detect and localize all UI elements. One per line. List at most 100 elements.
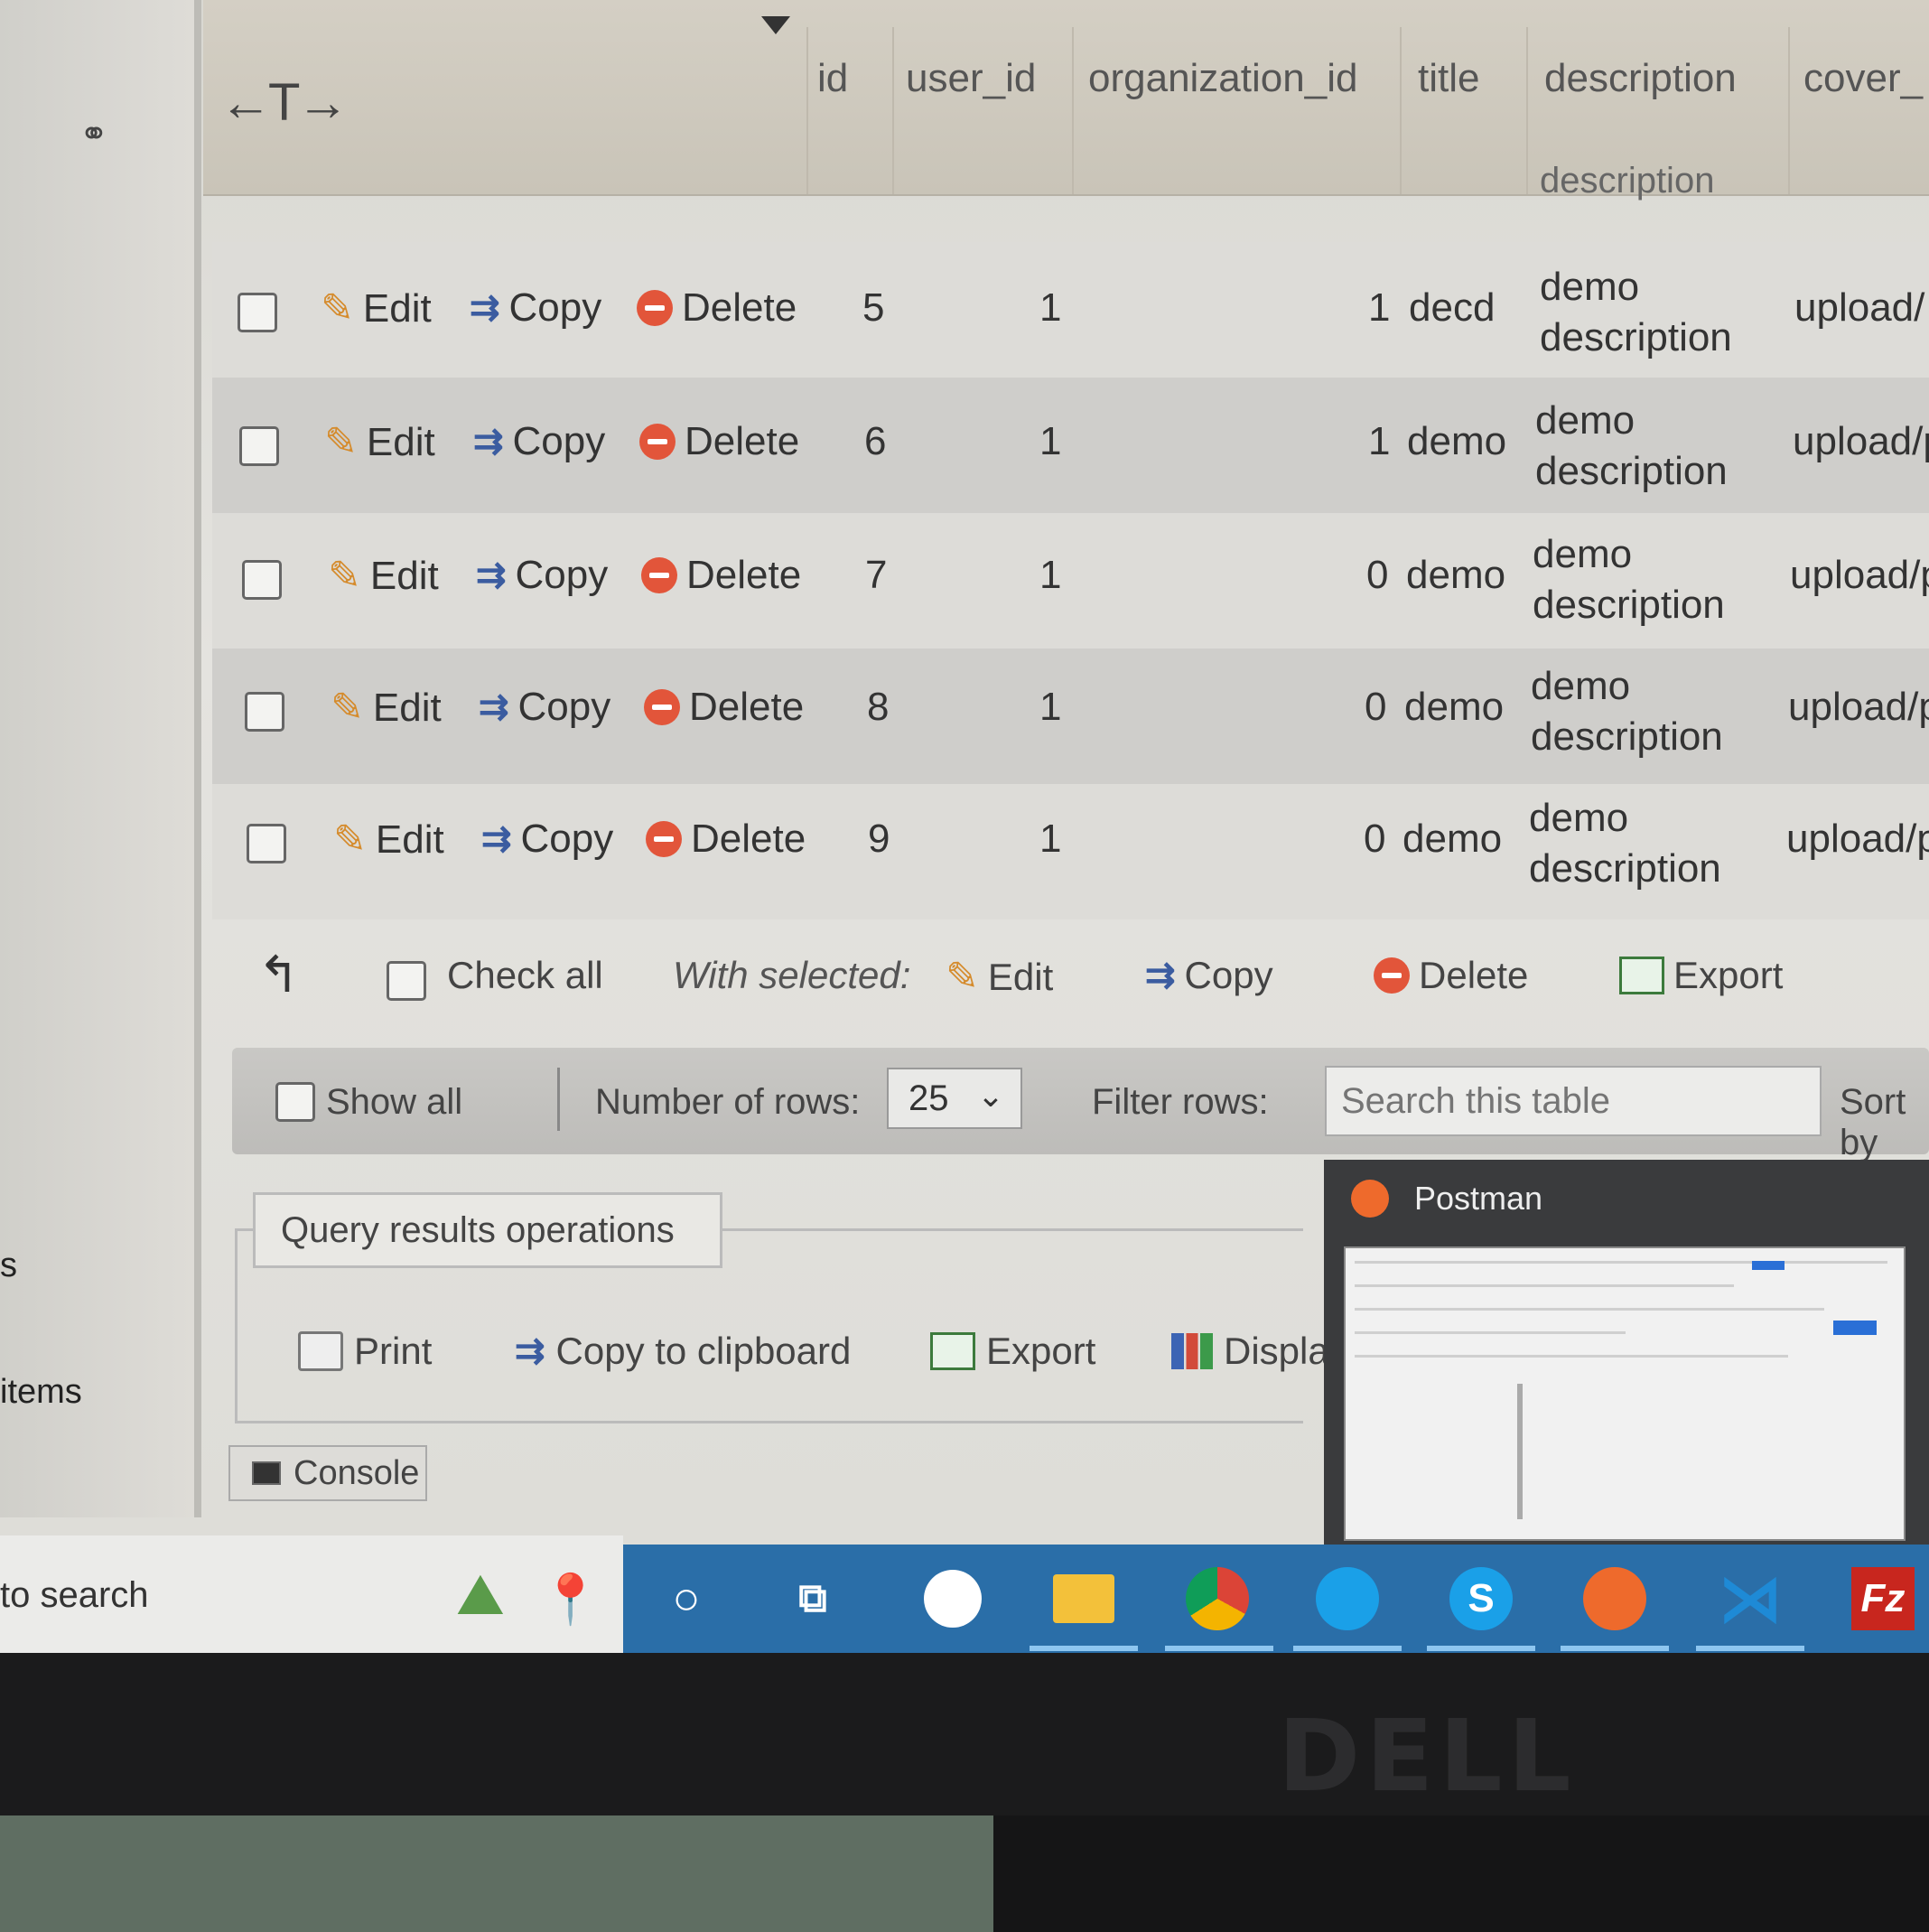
monitor-stand <box>993 1815 1929 1932</box>
row-delete-button[interactable]: Delete <box>644 685 804 730</box>
file-explorer-icon[interactable] <box>1048 1563 1120 1635</box>
skype-icon[interactable]: S <box>1445 1563 1517 1635</box>
postman-thumbnail <box>1344 1246 1906 1541</box>
postman-title-label: Postman <box>1414 1180 1543 1217</box>
number-of-rows-select[interactable]: 25 ⌄ <box>887 1068 1022 1129</box>
vscode-icon[interactable]: ⋊ <box>1714 1563 1786 1635</box>
task-view-icon[interactable]: ⧉ <box>777 1563 849 1635</box>
row-checkbox[interactable] <box>245 692 284 732</box>
column-resize-icon[interactable]: ←T→ <box>219 72 349 133</box>
map-pin-icon: 📍 <box>540 1573 601 1627</box>
copy-label: Copy <box>515 553 609 597</box>
cell-id: 7 <box>865 553 888 597</box>
row-checkbox[interactable] <box>247 824 286 863</box>
cell-user-id: 1 <box>1039 419 1062 463</box>
row-edit-button[interactable]: ✎ Edit <box>331 685 442 731</box>
console-tab[interactable]: Console <box>228 1445 427 1501</box>
row-delete-button[interactable]: Delete <box>646 817 806 862</box>
bulk-edit-button[interactable]: ✎ Edit <box>946 954 1053 1000</box>
number-of-rows-label: Number of rows: <box>595 1082 861 1122</box>
row-copy-button[interactable]: ⇉ Copy <box>481 817 613 862</box>
thumbnail-button <box>1752 1261 1785 1270</box>
description-line: demo <box>1540 265 1640 309</box>
delete-icon <box>639 424 676 460</box>
active-app-indicator <box>1696 1646 1804 1651</box>
app-icon-blue[interactable] <box>1311 1563 1384 1635</box>
column-header-title[interactable]: title <box>1418 56 1479 101</box>
row-delete-button[interactable]: Delete <box>639 419 799 464</box>
check-all-checkbox[interactable] <box>387 961 426 1001</box>
description-line: demo <box>1529 796 1629 840</box>
postman-logo-icon <box>1351 1180 1389 1218</box>
column-divider <box>806 27 808 194</box>
filezilla-icon[interactable]: Fz <box>1847 1563 1919 1635</box>
delete-label: Delete <box>682 285 797 330</box>
sort-by-label: Sort by <box>1840 1082 1906 1162</box>
copy-icon: ⇉ <box>470 288 500 328</box>
filter-rows-label: Filter rows: <box>1092 1082 1269 1122</box>
row-copy-button[interactable]: ⇉ Copy <box>479 685 610 730</box>
delete-label: Delete <box>691 817 806 861</box>
active-app-indicator <box>1427 1646 1535 1651</box>
go-to-top-arrow-icon: ↰ <box>257 946 300 1003</box>
row-checkbox[interactable] <box>242 560 282 600</box>
postman-icon[interactable] <box>1579 1563 1651 1635</box>
row-edit-button[interactable]: ✎ Edit <box>333 817 444 863</box>
cell-cover: upload/p <box>1790 553 1929 597</box>
cell-organization-id: 0 <box>1364 817 1386 861</box>
row-checkbox[interactable] <box>239 426 279 466</box>
copy-to-clipboard-button[interactable]: ⇉ Copy to clipboard <box>515 1330 851 1373</box>
delete-icon <box>646 821 682 857</box>
cell-cover: upload/ <box>1794 285 1925 330</box>
column-divider <box>892 27 894 194</box>
delete-label: Delete <box>685 419 800 463</box>
display-chart-button[interactable]: Displa <box>1171 1330 1329 1373</box>
console-icon <box>252 1461 281 1485</box>
monitor-screen: ⚭ s items ←T→ id user_id organization_id… <box>0 0 1929 1653</box>
description-line: description <box>1535 449 1728 493</box>
row-copy-button[interactable]: ⇉ Copy <box>470 285 601 331</box>
table-row: ✎ Edit ⇉ Copy Delete 5 1 1 decd demo descri… <box>212 242 1929 378</box>
check-all-label[interactable]: Check all <box>447 954 603 997</box>
sort-dropdown-icon[interactable] <box>761 16 790 34</box>
pencil-icon: ✎ <box>331 686 364 730</box>
cell-organization-id: 1 <box>1368 285 1391 330</box>
row-delete-button[interactable]: Delete <box>637 285 797 331</box>
column-header-id[interactable]: id <box>817 56 848 101</box>
chrome-icon[interactable] <box>1181 1563 1253 1635</box>
edit-label: Edit <box>366 419 435 464</box>
column-header-organization-id[interactable]: organization_id <box>1088 56 1357 101</box>
postman-window-preview[interactable]: Postman <box>1324 1160 1929 1550</box>
row-checkbox[interactable] <box>238 293 277 332</box>
link-icon[interactable]: ⚭ <box>79 114 108 154</box>
print-button[interactable]: Print <box>298 1330 432 1373</box>
cell-id: 8 <box>867 685 890 729</box>
bulk-export-button[interactable]: Export <box>1619 954 1783 997</box>
show-all-label[interactable]: Show all <box>326 1082 462 1123</box>
row-delete-button[interactable]: Delete <box>641 553 801 598</box>
export-button[interactable]: Export <box>930 1330 1095 1373</box>
delete-label: Delete <box>686 553 802 597</box>
cortana-icon[interactable]: ○ <box>650 1563 722 1635</box>
copy-to-clipboard-label: Copy to clipboard <box>555 1330 852 1372</box>
column-header-description[interactable]: description <box>1544 56 1737 101</box>
row-edit-button[interactable]: ✎ Edit <box>324 419 435 465</box>
taskbar-search-box[interactable]: to search ⛰ 📍 <box>0 1535 623 1653</box>
bulk-copy-button[interactable]: ⇉ Copy <box>1145 954 1273 997</box>
bulk-delete-button[interactable]: Delete <box>1374 954 1528 997</box>
row-copy-button[interactable]: ⇉ Copy <box>473 419 605 464</box>
left-panel-text-fragment: s <box>0 1246 17 1284</box>
column-header-user-id[interactable]: user_id <box>906 56 1036 101</box>
store-icon[interactable] <box>917 1563 989 1635</box>
show-all-checkbox[interactable] <box>275 1082 315 1122</box>
display-chart-label: Displa <box>1224 1330 1329 1372</box>
row-edit-button[interactable]: ✎ Edit <box>321 285 432 331</box>
thumbnail-line <box>1355 1355 1788 1358</box>
column-header-cover[interactable]: cover_ <box>1803 56 1923 101</box>
active-app-indicator <box>1293 1646 1402 1651</box>
number-of-rows-value: 25 <box>909 1078 949 1118</box>
row-edit-button[interactable]: ✎ Edit <box>328 553 439 599</box>
filter-rows-input[interactable] <box>1325 1066 1822 1136</box>
row-copy-button[interactable]: ⇉ Copy <box>476 553 608 598</box>
search-highlight-icon: ⛰ <box>456 1562 505 1627</box>
